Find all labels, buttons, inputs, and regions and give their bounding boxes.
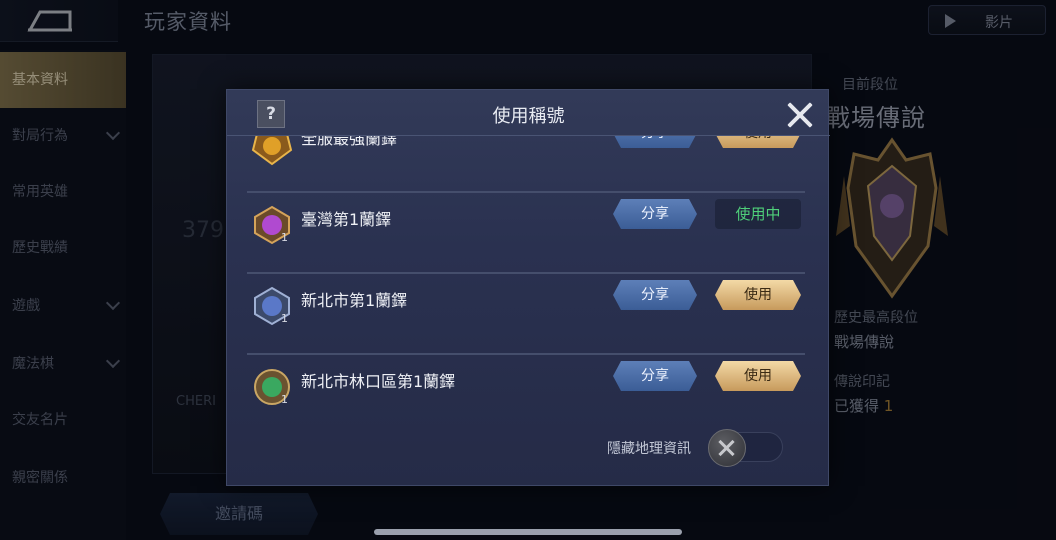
title-select-dialog: ? 使用稱號 全服最強蘭鐸 分享 使用 1 (226, 89, 830, 486)
title-badge-icon (249, 136, 295, 166)
dialog-title: 使用稱號 (492, 106, 565, 127)
title-badge-icon: 1 (249, 203, 295, 247)
use-button[interactable]: 使用 (715, 361, 801, 391)
close-icon[interactable] (785, 100, 815, 130)
share-button[interactable]: 分享 (613, 280, 697, 310)
title-level: 1 (281, 312, 288, 325)
use-button[interactable]: 使用 (715, 136, 801, 148)
in-use-status: 使用中 (715, 199, 801, 229)
title-name: 新北市林口區第1蘭鐸 (301, 372, 456, 391)
title-name: 全服最強蘭鐸 (301, 136, 398, 148)
title-badge-icon: 1 (249, 284, 295, 328)
hide-location-label: 隱藏地理資訊 (607, 441, 691, 457)
dialog-header: ? 使用稱號 (227, 90, 830, 136)
title-name: 新北市第1蘭鐸 (301, 291, 408, 310)
title-level: 1 (281, 231, 288, 244)
close-icon (708, 429, 746, 467)
title-badge-icon: 1 (249, 365, 295, 408)
title-list[interactable]: 全服最強蘭鐸 分享 使用 1 臺灣第1蘭鐸 分享 使用中 (245, 136, 811, 408)
share-button[interactable]: 分享 (613, 361, 697, 391)
list-item: 全服最強蘭鐸 分享 使用 (245, 136, 811, 193)
share-button[interactable]: 分享 (613, 199, 697, 229)
use-button[interactable]: 使用 (715, 280, 801, 310)
share-button[interactable]: 分享 (613, 136, 697, 148)
list-item: 1 臺灣第1蘭鐸 分享 使用中 (245, 193, 811, 274)
hide-location-toggle[interactable] (708, 429, 783, 467)
list-item: 1 新北市第1蘭鐸 分享 使用 (245, 274, 811, 355)
home-indicator[interactable] (374, 529, 682, 535)
title-name: 臺灣第1蘭鐸 (301, 210, 392, 229)
list-item: 1 新北市林口區第1蘭鐸 分享 使用 (245, 355, 811, 408)
title-level: 1 (281, 393, 288, 406)
